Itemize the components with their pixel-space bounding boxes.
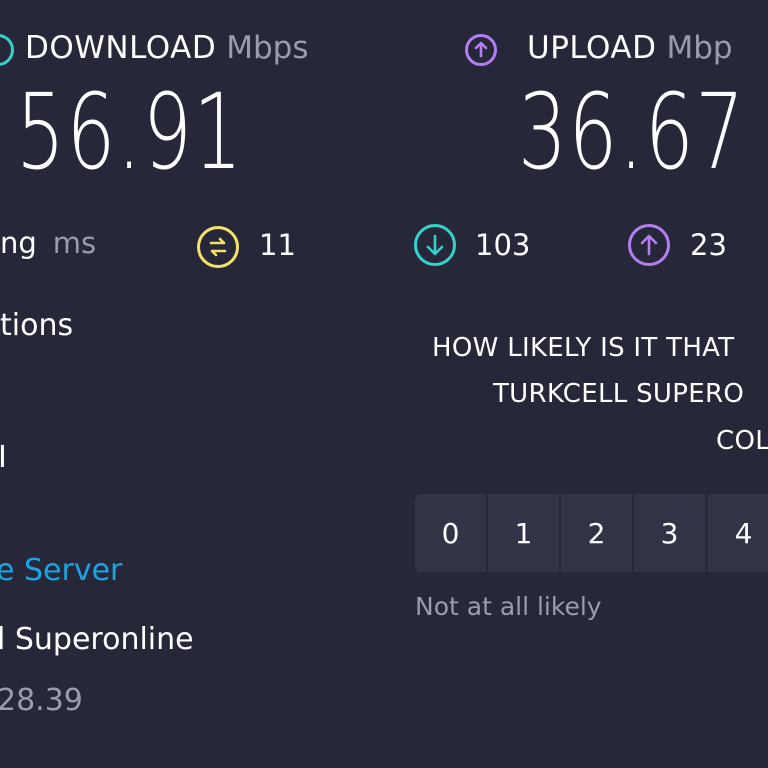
server-name: l Superonline — [0, 622, 194, 657]
ping-label-row: ng ms — [0, 226, 96, 260]
ping-unit: ms — [52, 226, 97, 260]
jitter-icon — [197, 226, 239, 268]
server-location: 28.39 — [0, 683, 83, 718]
rating-option-1[interactable]: 1 — [488, 494, 559, 572]
rating-option-2[interactable]: 2 — [561, 494, 632, 572]
rating-option-4[interactable]: 4 — [708, 494, 768, 572]
connections-mode-value[interactable]: I — [0, 440, 7, 475]
rating-low-label: Not at all likely — [415, 592, 602, 621]
download-speed-value: 56.91 — [16, 71, 244, 193]
connections-label: tions — [0, 308, 74, 343]
survey-question-line-3: COL — [716, 426, 768, 456]
download-latency-value: 103 — [475, 228, 531, 262]
upload-icon — [465, 34, 497, 66]
survey-question-line-1: HOW LIKELY IS IT THAT — [432, 333, 735, 363]
upload-latency-value: 23 — [690, 228, 727, 262]
download-label: DOWNLOAD — [25, 30, 217, 66]
upload-header: UPLOAD Mbp — [527, 30, 733, 66]
rating-option-3[interactable]: 3 — [634, 494, 705, 572]
change-server-link[interactable]: e Server — [0, 553, 122, 588]
survey-question-line-2: TURKCELL SUPERO — [493, 379, 745, 409]
download-icon — [0, 34, 14, 66]
upload-label: UPLOAD — [527, 30, 657, 66]
upload-speed-value: 36.67 — [518, 71, 746, 193]
download-header: DOWNLOAD Mbps — [25, 30, 308, 66]
upload-unit: Mbp — [666, 30, 733, 66]
ping-label: ng — [0, 226, 37, 260]
download-latency-icon — [414, 224, 456, 266]
download-unit: Mbps — [226, 30, 309, 66]
jitter-value: 11 — [259, 228, 296, 262]
speedtest-results-screen: DOWNLOAD Mbps 56.91 UPLOAD Mbp 36.67 ng ms … — [0, 0, 768, 768]
rating-option-0[interactable]: 0 — [415, 494, 486, 572]
upload-latency-icon — [628, 224, 670, 266]
